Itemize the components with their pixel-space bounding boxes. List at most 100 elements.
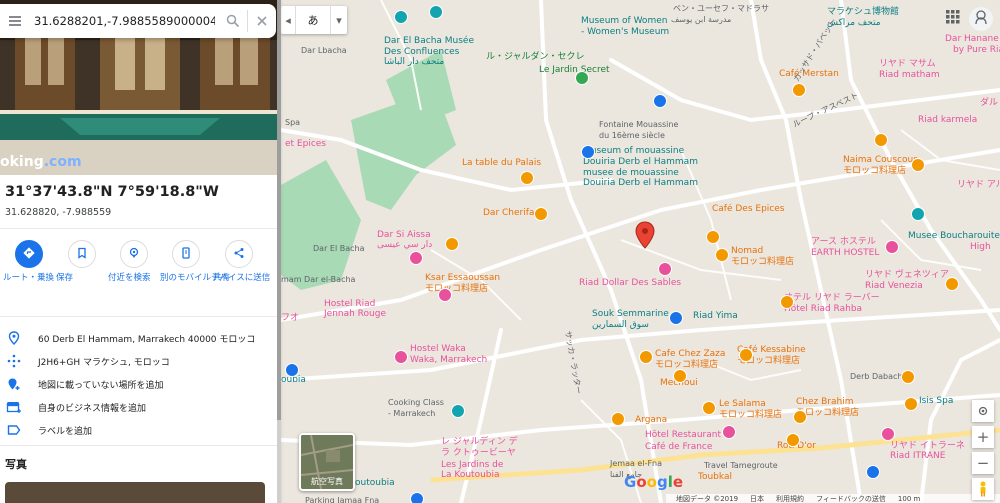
map-label[interactable]: Le Salama (719, 399, 766, 410)
plus-code-row[interactable]: J2H6+GH マラケシュ, モロッコ (0, 351, 278, 371)
map-label[interactable]: Waka, Marrakech (410, 355, 487, 366)
map-label[interactable]: Dar El Bacha Musée (384, 36, 474, 47)
search-icon[interactable] (219, 4, 247, 38)
map-label[interactable]: - Marrakech (388, 408, 435, 419)
search-box[interactable] (0, 4, 276, 38)
satellite-toggle[interactable]: 航空写真 (299, 433, 355, 491)
scrollbar-thumb[interactable] (277, 0, 281, 420)
poi-pin-icon[interactable] (429, 5, 443, 19)
directions-button[interactable]: ルート・乗換 (3, 240, 55, 283)
poi-pin-icon[interactable] (702, 401, 716, 415)
map-label[interactable]: モロッコ料理店 (655, 360, 718, 371)
map-label[interactable]: - Women's Museum (581, 27, 669, 38)
map-label[interactable]: ラ クトゥービーヤ (441, 448, 516, 459)
poi-pin-icon[interactable] (639, 350, 653, 364)
zoom-in-button[interactable]: + (972, 426, 994, 448)
map-label[interactable]: Douiria Derb el Hammam (583, 178, 698, 189)
map-label[interactable]: Hôtel Riad Rahba (784, 304, 862, 315)
map-label[interactable]: モロッコ料理店 (719, 410, 782, 421)
poi-pin-icon[interactable] (653, 94, 667, 108)
map-label[interactable]: Hostel Waka (410, 344, 466, 355)
pegman-icon[interactable] (972, 478, 994, 500)
account-avatar-icon[interactable] (968, 6, 994, 32)
map-label[interactable]: Riad Yima (693, 311, 738, 322)
poi-pin-icon[interactable] (394, 350, 408, 364)
map-label[interactable]: モロッコ料理店 (731, 257, 794, 268)
search-input[interactable] (30, 14, 219, 28)
poi-pin-icon[interactable] (911, 158, 925, 172)
map-label[interactable]: アース ホステル (811, 237, 876, 248)
menu-icon[interactable] (0, 4, 30, 38)
map-label[interactable]: オテル リヤド ラーバー (784, 293, 880, 304)
map-label[interactable]: フオ (281, 313, 299, 324)
map-label[interactable]: Café de France (645, 442, 712, 453)
map-label[interactable]: by Pure Riads (953, 45, 1000, 56)
map-label[interactable]: Riad Dollar Des Sables (579, 278, 681, 289)
region-link[interactable]: 日本 (750, 494, 764, 503)
map-label[interactable]: Dar Lbacha (301, 45, 347, 56)
map-label[interactable]: Naima Couscous (843, 155, 918, 166)
map-label[interactable]: Dar Cherifa (483, 208, 534, 219)
map-label[interactable]: Café Merstan (779, 69, 839, 80)
poi-pin-icon[interactable] (534, 207, 548, 221)
poi-pin-icon[interactable] (575, 71, 589, 85)
poi-pin-icon[interactable] (881, 427, 895, 441)
poi-pin-icon[interactable] (904, 397, 918, 411)
map-label[interactable]: Jennah Rouge (324, 309, 386, 320)
map-label[interactable]: Riad ITRANE (890, 451, 945, 462)
map-label[interactable]: リヤド マサム (879, 59, 936, 70)
poi-pin-icon[interactable] (438, 288, 452, 302)
add-label-row[interactable]: ラベルを追加 (0, 420, 278, 440)
map-label[interactable]: Musee Boucharouite (908, 231, 1000, 242)
map-label[interactable]: Fontaine Mouassine (599, 119, 678, 130)
nearby-button[interactable]: 付近を検索 (108, 240, 160, 283)
address-row[interactable]: 60 Derb El Hammam, Marrakech 40000 モロッコ (0, 328, 278, 348)
map-label[interactable]: EARTH HOSTEL (811, 248, 879, 259)
map-label[interactable]: Isis Spa (919, 396, 953, 407)
map-label[interactable]: Ksar Essaoussan (425, 273, 500, 284)
poi-pin-icon[interactable] (520, 171, 534, 185)
chevron-down-icon[interactable]: ▾ (330, 6, 347, 34)
poi-pin-icon[interactable] (786, 433, 800, 447)
poi-pin-icon[interactable] (409, 251, 423, 265)
map-label[interactable]: سوق السمارين (592, 320, 649, 331)
map-label[interactable]: Travel Tamegroute (704, 460, 778, 471)
poi-pin-icon[interactable] (451, 404, 465, 418)
caret-left-icon[interactable]: ◂ (281, 6, 296, 34)
poi-pin-icon[interactable] (911, 207, 925, 221)
map-label[interactable]: La Koutoubia (441, 470, 500, 481)
map-label[interactable]: Derb Dabachi (850, 371, 905, 382)
poi-pin-icon[interactable] (394, 10, 408, 24)
poi-pin-icon[interactable] (445, 237, 459, 251)
poi-pin-icon[interactable] (739, 348, 753, 362)
poi-pin-icon[interactable] (722, 425, 736, 439)
poi-pin-icon[interactable] (581, 145, 595, 159)
save-button[interactable]: 保存 (56, 240, 108, 283)
map-label[interactable]: Chez Brahim (796, 397, 853, 408)
map-label[interactable]: et Epices (285, 139, 326, 150)
map-label[interactable]: Toubkal (698, 472, 732, 483)
apps-grid-icon[interactable] (946, 10, 960, 27)
poi-pin-icon[interactable] (706, 230, 720, 244)
map-label[interactable]: ダル (980, 98, 998, 109)
map-label[interactable]: Douiria Derb el Hammam (583, 157, 698, 168)
map-label[interactable]: ベン・ユーセフ・マドラサ (673, 3, 769, 14)
poi-pin-icon[interactable] (780, 295, 794, 309)
map-label[interactable]: High (970, 242, 991, 253)
map-label[interactable]: Riad Venezia (865, 281, 923, 292)
map-label[interactable]: Café Des Epices (712, 204, 784, 215)
map-label[interactable]: Riad matham (879, 70, 940, 81)
poi-pin-icon[interactable] (611, 412, 625, 426)
map-label[interactable]: Jemaa el-Fna (610, 458, 662, 469)
poi-pin-icon[interactable] (866, 465, 880, 479)
map-label[interactable]: La table du Palais (462, 158, 541, 169)
map-label[interactable]: ル・ジャルダン・セクレ (486, 52, 585, 63)
map-label[interactable]: モロッコ料理店 (425, 284, 488, 295)
add-missing-place-row[interactable]: 地図に載っていない場所を追加 (0, 374, 278, 394)
map-label[interactable]: Dar El Bacha (313, 243, 364, 254)
map-label[interactable]: Hôtel Restaurant (645, 430, 721, 441)
poi-pin-icon[interactable] (673, 369, 687, 383)
share-button[interactable]: 共有 (213, 240, 265, 283)
map-label[interactable]: Dar Hanane (945, 34, 999, 45)
poi-pin-icon[interactable] (658, 262, 672, 276)
